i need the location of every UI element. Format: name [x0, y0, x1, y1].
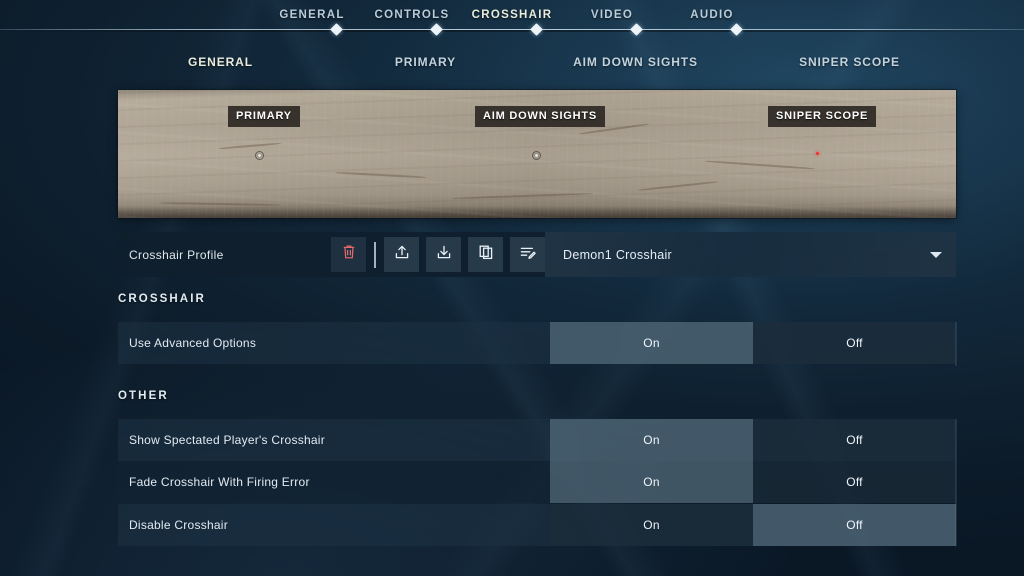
import-profile-button[interactable]	[384, 237, 419, 272]
trash-icon	[342, 244, 356, 265]
primary-nav: GENERAL CONTROLS CROSSHAIR VIDEO AUDIO	[0, 0, 1024, 29]
toggle-fade-crosshair-on[interactable]: On	[550, 461, 753, 503]
section-title-crosshair: CROSSHAIR	[118, 293, 206, 305]
export-profile-button[interactable]	[426, 237, 461, 272]
toggle-disable-crosshair-off[interactable]: Off	[753, 504, 956, 546]
section-title-other: OTHER	[118, 390, 169, 402]
scroll-indicator	[955, 419, 957, 546]
preview-crosshair-primary	[255, 151, 264, 160]
profile-label: Crosshair Profile	[129, 247, 224, 262]
profile-dropdown[interactable]: Demon1 Crosshair	[545, 232, 956, 277]
setting-label: Disable Crosshair	[129, 518, 228, 532]
rename-profile-button[interactable]	[510, 237, 545, 272]
profile-left-panel: Crosshair Profile	[118, 232, 545, 277]
secondary-nav: GENERAL PRIMARY AIM DOWN SIGHTS SNIPER S…	[118, 49, 956, 75]
setting-row-show-spectated-players-crosshair: Show Spectated Player's Crosshair On Off	[118, 419, 956, 461]
crosshair-dot	[258, 154, 261, 157]
profile-selected-value: Demon1 Crosshair	[563, 247, 673, 262]
setting-row-disable-crosshair: Disable Crosshair On Off	[118, 504, 956, 546]
toggle-show-spectated-off[interactable]: Off	[753, 419, 956, 461]
upload-icon	[394, 244, 410, 265]
crosshair-dot	[816, 152, 819, 155]
sub-nav-item-sniper-scope[interactable]: SNIPER SCOPE	[743, 55, 956, 69]
top-nav-item-controls[interactable]: CONTROLS	[362, 9, 462, 21]
nav-divider-shadow	[0, 30, 1024, 32]
preview-tag-primary: PRIMARY	[228, 106, 300, 127]
crosshair-profile-bar: Crosshair Profile Demon1 Crosshair	[118, 232, 956, 277]
toggle-use-advanced-options-off[interactable]: Off	[753, 322, 956, 364]
top-nav-item-audio[interactable]: AUDIO	[662, 9, 762, 21]
toggle-show-spectated-on[interactable]: On	[550, 419, 753, 461]
setting-row-fade-crosshair-with-firing-error: Fade Crosshair With Firing Error On Off	[118, 461, 956, 503]
setting-row-use-advanced-options: Use Advanced Options On Off	[118, 322, 956, 364]
sub-nav-item-primary[interactable]: PRIMARY	[323, 55, 528, 69]
toggle-disable-crosshair-on[interactable]: On	[550, 504, 753, 546]
edit-list-icon	[519, 244, 536, 265]
chevron-down-icon	[930, 251, 942, 258]
preview-crosshair-aim-down-sights	[532, 151, 541, 160]
preview-crosshair-sniper-scope	[813, 149, 822, 158]
icon-divider	[374, 241, 376, 268]
preview-tag-sniper-scope: SNIPER SCOPE	[768, 106, 877, 127]
setting-label: Use Advanced Options	[129, 336, 257, 350]
delete-profile-button[interactable]	[331, 237, 366, 272]
sub-nav-item-aim-down-sights[interactable]: AIM DOWN SIGHTS	[528, 55, 743, 69]
toggle-use-advanced-options-on[interactable]: On	[550, 322, 753, 364]
setting-label: Show Spectated Player's Crosshair	[129, 433, 325, 447]
top-nav-item-general[interactable]: GENERAL	[262, 9, 362, 21]
crosshair-dot	[535, 154, 538, 157]
profile-action-icons	[331, 232, 545, 277]
duplicate-profile-button[interactable]	[468, 237, 503, 272]
top-nav-item-video[interactable]: VIDEO	[562, 9, 662, 21]
preview-tag-aim-down-sights: AIM DOWN SIGHTS	[475, 106, 606, 127]
scroll-indicator	[955, 322, 957, 366]
copy-icon	[478, 244, 494, 265]
sub-nav-item-general[interactable]: GENERAL	[118, 55, 323, 69]
toggle-fade-crosshair-off[interactable]: Off	[753, 461, 956, 503]
setting-label: Fade Crosshair With Firing Error	[129, 475, 310, 489]
top-nav-item-crosshair[interactable]: CROSSHAIR	[462, 9, 562, 21]
crosshair-preview: PRIMARY AIM DOWN SIGHTS SNIPER SCOPE	[118, 90, 956, 218]
download-icon	[436, 244, 452, 265]
